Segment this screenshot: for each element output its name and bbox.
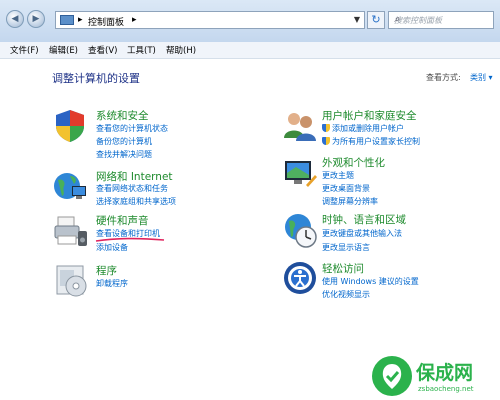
- menu-view[interactable]: 查看(V): [88, 44, 117, 56]
- link-troubleshoot[interactable]: 查找并解决问题: [96, 149, 152, 160]
- category-system-security[interactable]: 系统和安全: [96, 108, 149, 123]
- menu-file[interactable]: 文件(F): [10, 44, 39, 56]
- link-view-computer-status[interactable]: 查看您的计算机状态: [96, 123, 168, 134]
- menu-bar: 文件(F) 编辑(E) 查看(V) 工具(T) 帮助(H): [0, 42, 500, 59]
- watermark-text: 保成网: [416, 362, 474, 384]
- watermark-url: zsbaocheng.net: [418, 385, 474, 393]
- ease-of-access-icon[interactable]: [282, 260, 318, 296]
- link-change-theme[interactable]: 更改主题: [322, 170, 354, 181]
- page-title: 调整计算机的设置: [52, 72, 140, 85]
- window-titlebar: ◀ ▶ ▸ 控制面板 ▸ ▼ ↻ 搜索控制面板 ⌕: [0, 0, 500, 42]
- breadcrumb-control-panel[interactable]: 控制面板: [88, 15, 124, 28]
- appearance-icon[interactable]: [282, 155, 318, 191]
- category-network-internet[interactable]: 网络和 Internet: [96, 169, 173, 184]
- chevron-down-icon[interactable]: ▼: [354, 15, 360, 24]
- link-homegroup-sharing[interactable]: 选择家庭组和共享选项: [96, 196, 176, 207]
- link-backup-computer[interactable]: 备份您的计算机: [96, 136, 152, 147]
- network-icon[interactable]: [52, 168, 88, 204]
- link-network-status[interactable]: 查看网络状态和任务: [96, 183, 168, 194]
- link-add-remove-users[interactable]: 添加或删除用户帐户: [322, 123, 404, 134]
- link-parental-controls[interactable]: 为所有用户设置家长控制: [322, 136, 420, 147]
- category-user-accounts[interactable]: 用户帐户和家庭安全: [322, 108, 417, 123]
- link-change-input-method[interactable]: 更改键盘或其他输入法: [322, 228, 402, 239]
- link-adjust-resolution[interactable]: 调整屏幕分辨率: [322, 196, 378, 207]
- system-security-icon[interactable]: [52, 108, 88, 144]
- menu-tools[interactable]: 工具(T): [127, 44, 156, 56]
- link-change-display-language[interactable]: 更改显示语言: [322, 242, 370, 253]
- category-clock-language-region[interactable]: 时钟、语言和区域: [322, 212, 406, 227]
- search-icon[interactable]: ⌕: [394, 14, 490, 25]
- view-by-dropdown[interactable]: 类别 ▾: [470, 72, 493, 83]
- uac-shield-icon: [322, 124, 330, 132]
- menu-help[interactable]: 帮助(H): [166, 44, 196, 56]
- category-ease-of-access[interactable]: 轻松访问: [322, 261, 364, 276]
- clock-globe-icon[interactable]: [282, 212, 318, 248]
- view-by-label: 查看方式:: [426, 73, 461, 82]
- watermark-logo-icon: [372, 356, 412, 396]
- forward-button[interactable]: ▶: [27, 10, 45, 28]
- hardware-printer-icon[interactable]: [52, 213, 88, 249]
- programs-icon[interactable]: [54, 262, 90, 298]
- link-windows-recommended-settings[interactable]: 使用 Windows 建议的设置: [322, 276, 419, 287]
- link-optimize-display[interactable]: 优化视频显示: [322, 289, 370, 300]
- category-hardware-sound[interactable]: 硬件和声音: [96, 213, 149, 228]
- link-add-device[interactable]: 添加设备: [96, 242, 128, 253]
- search-input[interactable]: 搜索控制面板 ⌕: [388, 11, 494, 29]
- refresh-button[interactable]: ↻: [367, 11, 385, 29]
- link-add-remove-users-label: 添加或删除用户帐户: [332, 124, 404, 133]
- control-panel-icon: [60, 15, 74, 25]
- address-bar[interactable]: ▸ 控制面板 ▸ ▼: [55, 11, 365, 29]
- link-parental-controls-label: 为所有用户设置家长控制: [332, 137, 420, 146]
- menu-edit[interactable]: 编辑(E): [49, 44, 78, 56]
- category-appearance[interactable]: 外观和个性化: [322, 155, 385, 170]
- uac-shield-icon: [322, 137, 330, 145]
- breadcrumb-separator[interactable]: ▸: [132, 15, 137, 25]
- category-programs[interactable]: 程序: [96, 263, 117, 278]
- breadcrumb-separator[interactable]: ▸: [78, 15, 83, 25]
- link-uninstall-program[interactable]: 卸载程序: [96, 278, 128, 289]
- users-icon[interactable]: [282, 108, 318, 144]
- back-button[interactable]: ◀: [6, 10, 24, 28]
- link-change-desktop-background[interactable]: 更改桌面背景: [322, 183, 370, 194]
